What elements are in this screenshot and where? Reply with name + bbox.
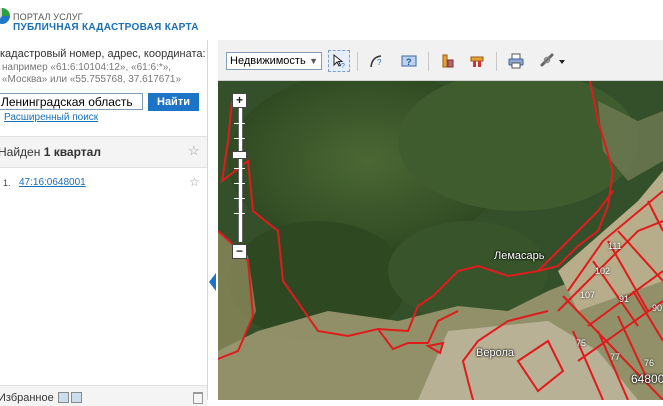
- building-tool[interactable]: [437, 50, 459, 72]
- trash-icon[interactable]: [193, 392, 203, 404]
- svg-text:?: ?: [341, 63, 345, 69]
- zoom-tick: [234, 213, 245, 214]
- link-tool[interactable]: [536, 50, 568, 72]
- zoom-slider-handle[interactable]: [232, 151, 247, 159]
- map-toolbar: Недвижимость ▼ ? ? ?: [218, 40, 663, 81]
- search-example-2: «Москва» или «55.755768, 37.617671»: [2, 74, 182, 85]
- portal-name: ПОРТАЛ УСЛУГ: [13, 12, 83, 22]
- print-icon: [508, 53, 524, 69]
- map-label-quarter: 64800: [631, 372, 663, 386]
- layer-select-value: Недвижимость: [230, 55, 306, 67]
- plot-label[interactable]: 75: [576, 338, 586, 348]
- zoom-tick: [234, 198, 245, 199]
- result-number: 1.: [3, 178, 11, 188]
- favorites-label: Избранное: [0, 392, 54, 404]
- svg-text:?: ?: [377, 58, 382, 67]
- header: ПОРТАЛ УСЛУГ ПУБЛИЧНАЯ КАДАСТРОВАЯ КАРТА: [0, 0, 663, 40]
- collapse-panel-icon[interactable]: [209, 273, 216, 291]
- toolbar-divider: [496, 52, 497, 71]
- results-title: Найден 1 квартал: [0, 145, 101, 159]
- land-plot-tool[interactable]: [466, 50, 488, 72]
- help-map-icon: ?: [401, 55, 417, 67]
- export-icon[interactable]: [58, 392, 69, 403]
- toolbar-divider: [357, 52, 358, 71]
- zoom-in-button[interactable]: +: [232, 93, 247, 108]
- satellite-imagery: [218, 81, 663, 400]
- map-view[interactable]: + − Лемасарь Верола 64800 111 102 107 91…: [218, 81, 663, 400]
- building-icon: [442, 54, 454, 68]
- result-star-icon[interactable]: ☆: [189, 176, 200, 189]
- measure-tool[interactable]: ?: [366, 50, 388, 72]
- plot-label[interactable]: 111: [608, 241, 622, 251]
- map-help-tool[interactable]: ?: [398, 50, 420, 72]
- results-prefix: Найден: [0, 145, 41, 159]
- plot-label[interactable]: 90: [652, 303, 662, 313]
- zoom-control: + −: [232, 93, 248, 259]
- identify-icon: ?: [333, 53, 345, 69]
- favorites-bar: Избранное: [0, 385, 207, 406]
- layer-select[interactable]: Недвижимость ▼: [226, 52, 322, 70]
- zoom-tick: [234, 123, 245, 124]
- zoom-tick: [234, 183, 245, 184]
- search-example-1: например «61:6:10104:12», «61:6:*»,: [2, 62, 172, 73]
- search-panel: кадастровый номер, адрес, координата: на…: [0, 40, 208, 406]
- plot-label[interactable]: 91: [619, 294, 629, 304]
- search-input[interactable]: [0, 93, 143, 110]
- find-button[interactable]: Найти: [148, 93, 199, 111]
- zoom-tick: [234, 168, 245, 169]
- favorite-star-icon[interactable]: ☆: [188, 144, 200, 157]
- advanced-search-link[interactable]: Расширенный поиск: [4, 112, 98, 123]
- map-label-verola: Верола: [476, 347, 514, 359]
- plot-label[interactable]: 77: [610, 352, 620, 362]
- results-count: 1 квартал: [43, 145, 101, 159]
- plot-label[interactable]: 76: [644, 358, 654, 368]
- result-cadastral-link[interactable]: 47:16:0648001: [19, 177, 86, 188]
- zoom-out-button[interactable]: −: [232, 244, 247, 259]
- page-title[interactable]: ПУБЛИЧНАЯ КАДАСТРОВАЯ КАРТА: [13, 22, 199, 33]
- zoom-slider-track[interactable]: [238, 108, 243, 242]
- print-tool[interactable]: [505, 50, 527, 72]
- results-header: Найден 1 квартал ☆: [0, 136, 207, 168]
- portal-logo-icon[interactable]: [0, 8, 10, 24]
- identify-tool[interactable]: ?: [328, 50, 350, 72]
- plot-label[interactable]: 102: [595, 266, 610, 276]
- favorites-tools: [58, 392, 84, 406]
- zoom-tick: [234, 138, 245, 139]
- link-icon: [540, 53, 565, 67]
- map-label-lemasar: Лемасарь: [494, 250, 545, 262]
- import-icon[interactable]: [71, 392, 82, 403]
- land-plot-icon: [470, 56, 484, 67]
- chevron-down-icon: ▼: [309, 56, 318, 66]
- measure-icon: ?: [370, 55, 382, 68]
- toolbar-divider: [428, 52, 429, 71]
- search-hint: кадастровый номер, адрес, координата:: [0, 48, 206, 60]
- svg-text:?: ?: [406, 57, 412, 67]
- plot-label[interactable]: 107: [580, 290, 595, 300]
